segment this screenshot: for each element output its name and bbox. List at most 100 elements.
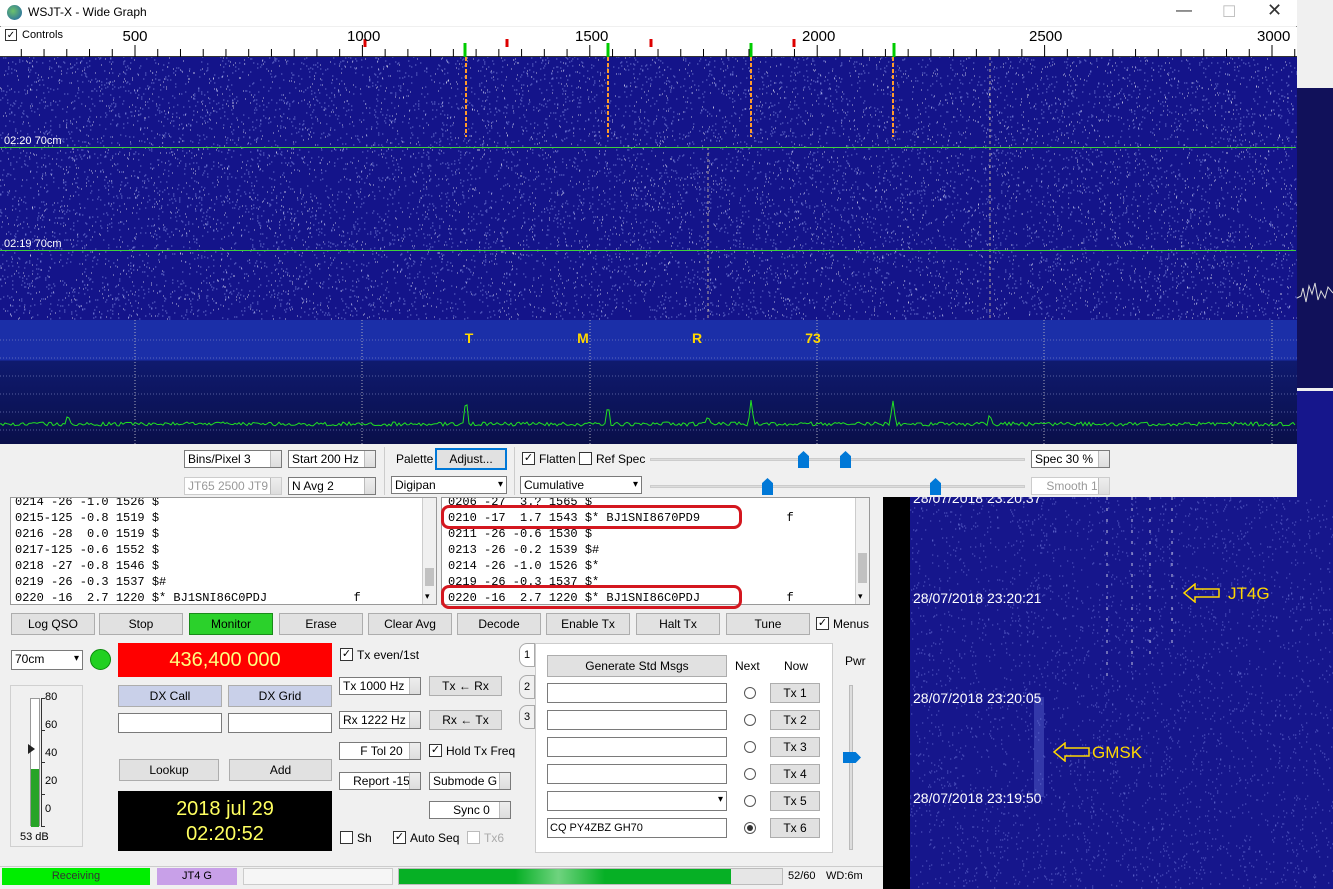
band-activity-line[interactable]: 0216 -28 0.0 1519 $	[15, 526, 432, 542]
auto-seq-checkbox[interactable]: ✓	[393, 831, 406, 844]
band-activity-line[interactable]: 0219 -26 -0.3 1537 $#	[15, 574, 432, 590]
tx1-message-input[interactable]	[547, 683, 727, 703]
band-activity-line[interactable]: 0220 -16 2.7 1220 $* BJ1SNI86C0PDJ f	[15, 590, 432, 604]
pwr-slider[interactable]	[849, 685, 853, 850]
tone-marker	[463, 43, 467, 57]
tx3-button[interactable]: Tx 3	[770, 737, 820, 757]
next-radio-1[interactable]	[744, 687, 756, 699]
spec-gain-slider-handle[interactable]	[762, 478, 773, 495]
bins-pixel-spinbox[interactable]: Bins/Pixel 3	[184, 450, 282, 468]
smooth-spinbox[interactable]: Smooth 1	[1031, 477, 1110, 495]
hold-tx-checkbox[interactable]: ✓	[429, 744, 442, 757]
refspec-checkbox[interactable]	[579, 452, 592, 465]
tx-even-checkbox[interactable]: ✓	[340, 648, 353, 661]
tune-button[interactable]: Tune	[726, 613, 810, 635]
gain-slider[interactable]	[650, 448, 1025, 468]
tx3-message-input[interactable]	[547, 737, 727, 757]
band-activity-line[interactable]: 0214 -26 -1.0 1526 $	[15, 498, 432, 510]
tx2-message-input[interactable]	[547, 710, 727, 730]
tx5-message-select[interactable]	[547, 791, 727, 811]
stop-button[interactable]: Stop	[99, 613, 183, 635]
monitor-button[interactable]: Monitor	[189, 613, 273, 635]
dx-call-button[interactable]: DX Call	[118, 685, 222, 707]
clear-avg-button[interactable]: Clear Avg	[368, 613, 452, 635]
lookup-button[interactable]: Lookup	[119, 759, 219, 781]
dx-call-input[interactable]	[118, 713, 222, 733]
enable-tx-button[interactable]: Enable Tx	[546, 613, 630, 635]
highlight-box-0210	[441, 505, 742, 529]
minimize-icon[interactable]: —	[1176, 2, 1192, 20]
mode-hint: JT65 2500 JT9	[184, 477, 282, 495]
dx-grid-input[interactable]	[228, 713, 332, 733]
next-radio-3[interactable]	[744, 741, 756, 753]
tx4-button[interactable]: Tx 4	[770, 764, 820, 784]
halt-tx-button[interactable]: Halt Tx	[636, 613, 720, 635]
dx-grid-button[interactable]: DX Grid	[228, 685, 332, 707]
status-led	[90, 649, 111, 670]
sync-spinbox[interactable]: Sync 0	[429, 801, 511, 819]
band-activity-line[interactable]: 0215-125 -0.8 1519 $	[15, 510, 432, 526]
spec-zero-slider-handle[interactable]	[930, 478, 941, 495]
meter-tick	[41, 762, 45, 763]
tx6-checkbox[interactable]	[467, 831, 480, 844]
spec-spinbox[interactable]: Spec 30 %	[1031, 450, 1110, 468]
close-icon[interactable]: ✕	[1267, 0, 1282, 21]
tx2-button[interactable]: Tx 2	[770, 710, 820, 730]
spec-gain-slider[interactable]	[650, 476, 1025, 496]
start-spinbox[interactable]: Start 200 Hz	[288, 450, 376, 468]
band-activity-panel[interactable]: 0214 -26 -1.0 1526 $0215-125 -0.8 1519 $…	[10, 497, 437, 605]
rx-freq-spinbox[interactable]: Rx 1222 Hz	[339, 711, 421, 729]
next-radio-4[interactable]	[744, 768, 756, 780]
submode-spinbox[interactable]: Submode G	[429, 772, 511, 790]
add-button[interactable]: Add	[229, 759, 332, 781]
spectrum-mode-select[interactable]: Cumulative	[520, 476, 642, 494]
tx-freq-spinbox[interactable]: Tx 1000 Hz	[339, 677, 421, 695]
scale-label: 1000	[347, 28, 381, 45]
tx4-message-input[interactable]	[547, 764, 727, 784]
waterfall-timestamp: 28/07/2018 23:20:21	[913, 590, 1042, 606]
sh-checkbox[interactable]	[340, 831, 353, 844]
navg-spinbox[interactable]: N Avg 2	[288, 477, 376, 495]
zero-slider-handle[interactable]	[840, 451, 851, 468]
band-activity-scrollbar[interactable]: ▾	[422, 498, 436, 604]
band-activity-line[interactable]: 0217-125 -0.6 1552 $	[15, 542, 432, 558]
tx5-button[interactable]: Tx 5	[770, 791, 820, 811]
tx-from-rx-button[interactable]: Tx ← Rx	[429, 676, 502, 696]
tab-3[interactable]: 3	[519, 705, 535, 729]
rx-frequency-line[interactable]: 0214 -26 -1.0 1526 $*	[448, 558, 863, 574]
controls-checkbox[interactable]: ✓	[5, 29, 17, 41]
rx-frequency-line[interactable]: 0213 -26 -0.2 1539 $#	[448, 542, 863, 558]
band-select[interactable]: 70cm	[11, 650, 83, 670]
maximize-icon[interactable]: ☐	[1222, 2, 1236, 22]
menus-label: Menus	[833, 617, 870, 631]
annotation-label: JT4G	[1228, 584, 1270, 603]
next-radio-2[interactable]	[744, 714, 756, 726]
adjust-button[interactable]: Adjust...	[435, 448, 507, 470]
tx6-label: Tx6	[484, 831, 505, 845]
tx1-button[interactable]: Tx 1	[770, 683, 820, 703]
palette-select[interactable]: Digipan	[391, 476, 507, 494]
band-activity-line[interactable]: 0218 -27 -0.8 1546 $	[15, 558, 432, 574]
progress-text: 52/60	[788, 870, 816, 882]
tx6-button[interactable]: Tx 6	[770, 818, 820, 838]
decode-button[interactable]: Decode	[457, 613, 541, 635]
ftol-spinbox[interactable]: F Tol 20	[339, 742, 421, 760]
rx-frequency-scrollbar[interactable]: ▾	[855, 498, 869, 604]
menus-checkbox[interactable]: ✓	[816, 617, 829, 630]
tab-1-label: 1	[523, 649, 531, 661]
tab-1[interactable]: 1	[519, 643, 535, 667]
signal-meter-fill	[31, 769, 39, 827]
generate-msgs-button[interactable]: Generate Std Msgs	[547, 655, 727, 677]
tab-2[interactable]: 2	[519, 675, 535, 699]
gain-slider-handle[interactable]	[798, 451, 809, 468]
erase-button[interactable]: Erase	[279, 613, 363, 635]
report-spinbox[interactable]: Report -15	[339, 772, 421, 790]
sh-label: Sh	[357, 831, 372, 845]
next-radio-5[interactable]	[744, 795, 756, 807]
flatten-checkbox[interactable]: ✓	[522, 452, 535, 465]
tx6-message-input[interactable]: CQ PY4ZBZ GH70	[547, 818, 727, 838]
waterfall-timestamp: 28/07/2018 23:20:05	[913, 690, 1042, 706]
rx-from-tx-button[interactable]: Rx ← Tx	[429, 710, 502, 730]
next-radio-6[interactable]	[744, 822, 756, 834]
log-qso-button[interactable]: Log QSO	[11, 613, 95, 635]
